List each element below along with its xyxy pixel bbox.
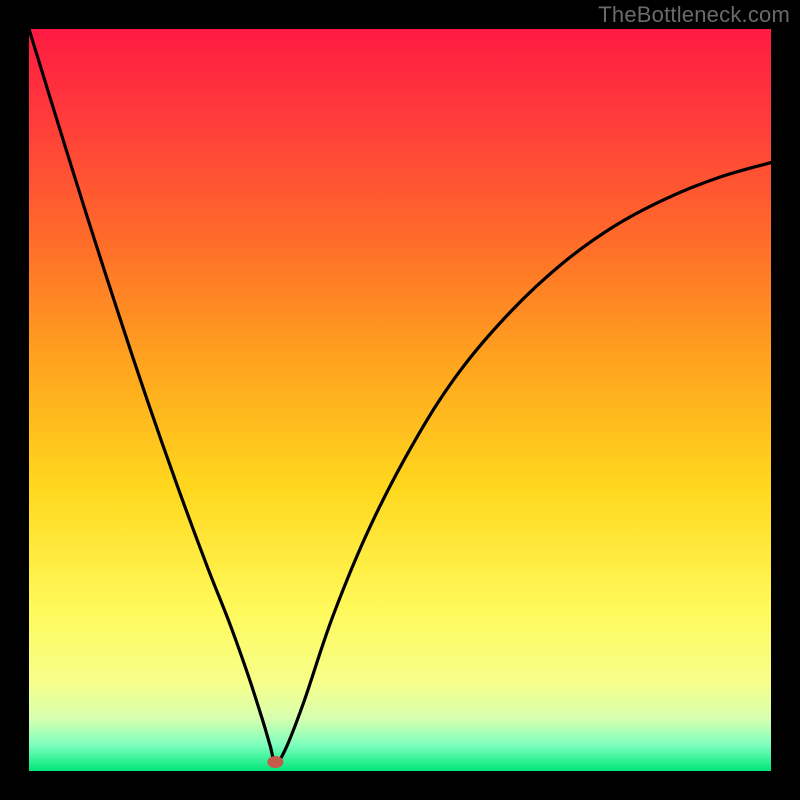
- gradient-background: [29, 29, 771, 771]
- bottleneck-chart: [29, 29, 771, 771]
- optimum-marker: [267, 756, 283, 768]
- watermark-text: TheBottleneck.com: [598, 2, 790, 28]
- plot-area: [29, 29, 771, 771]
- chart-frame: TheBottleneck.com: [0, 0, 800, 800]
